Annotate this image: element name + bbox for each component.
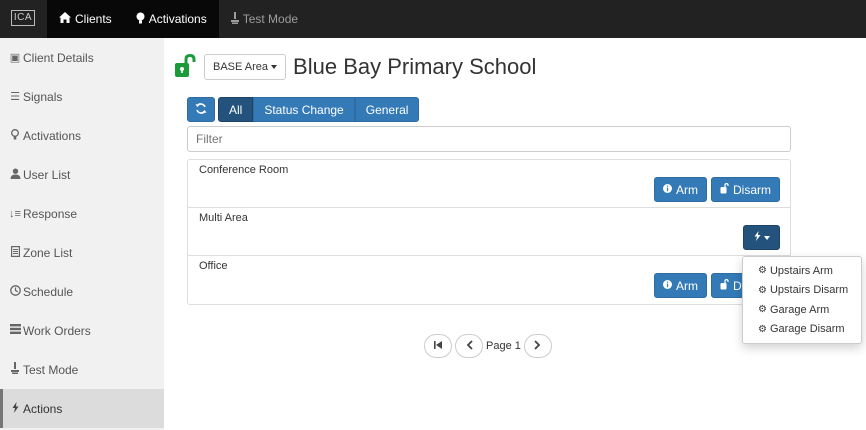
lightbulb-icon [136, 12, 145, 27]
disarm-label: Disarm [733, 182, 771, 197]
sidebar-item-label: Work Orders [23, 323, 91, 338]
nav-clients-label: Clients [75, 12, 112, 26]
user-icon [8, 168, 22, 182]
tab-status-change[interactable]: Status Change [253, 97, 355, 122]
tab-all[interactable]: All [218, 97, 254, 122]
nav-clients[interactable]: Clients [47, 0, 124, 38]
menu-item-label: Upstairs Disarm [769, 284, 849, 297]
sidebar-item-label: Signals [23, 89, 63, 104]
sidebar-item-actions[interactable]: Actions [0, 389, 164, 428]
menu-item-label: Upstairs Arm [769, 264, 833, 277]
nav-activations[interactable]: Activations [123, 0, 219, 38]
sidebar-item-label: Response [23, 206, 78, 221]
sidebar-item-client-details[interactable]: ▣ Client Details [0, 38, 164, 77]
nav-test-mode-label: Test Mode [242, 12, 299, 26]
sidebar-item-label: Test Mode [23, 362, 79, 377]
arm-label: Arm [676, 278, 698, 293]
top-navbar: ICA Clients Activations Test Mode [0, 0, 866, 38]
refresh-icon [195, 102, 207, 117]
arm-button[interactable]: Arm [654, 177, 707, 202]
info-circle-icon [663, 183, 672, 196]
sidebar-item-user-list[interactable]: User List [0, 155, 164, 194]
app-logo[interactable]: ICA [11, 10, 35, 26]
sidebar-item-schedule[interactable]: Schedule [0, 272, 164, 311]
tasks-icon [8, 324, 22, 337]
test-mode-icon [8, 362, 22, 377]
page-title: Blue Bay Primary School [293, 54, 537, 79]
bolt-icon [8, 401, 22, 416]
menu-item-upstairs-disarm[interactable]: ⚙ Upstairs Disarm [743, 281, 861, 301]
tab-general[interactable]: General [354, 97, 420, 122]
unlock-small-icon [720, 182, 729, 197]
sidebar-item-activations[interactable]: Activations [0, 116, 164, 155]
macro-dropdown-button[interactable] [743, 225, 780, 250]
sidebar-item-label: Client Details [23, 50, 94, 65]
area-actions: Arm Disarm [654, 177, 780, 202]
gear-icon: ⚙ [758, 323, 767, 335]
test-mode-icon [230, 11, 239, 27]
sidebar-item-signals[interactable]: ☰ Signals [0, 77, 164, 116]
nav-activations-label: Activations [148, 12, 207, 26]
sidebar-item-label: Actions [23, 401, 63, 416]
area-select-label: BASE Area [213, 61, 269, 73]
bolt-icon [754, 231, 761, 244]
unlock-icon[interactable] [174, 53, 196, 80]
unlock-small-icon [720, 278, 729, 293]
area-row-office: Office Arm Disarm [188, 256, 790, 304]
first-page-button[interactable] [424, 334, 452, 358]
macro-dropdown-menu: ⚙ Upstairs Arm ⚙ Upstairs Disarm ⚙ Garag… [742, 256, 862, 344]
client-header: BASE Area Blue Bay Primary School [174, 53, 537, 80]
menu-item-label: Garage Arm [769, 303, 830, 316]
gear-icon: ⚙ [758, 284, 767, 296]
menu-item-garage-arm[interactable]: ⚙ Garage Arm [743, 300, 861, 320]
menu-item-upstairs-arm[interactable]: ⚙ Upstairs Arm [743, 261, 861, 281]
sidebar: ▣ Client Details ☰ Signals Activations U… [0, 38, 164, 430]
first-page-icon [434, 340, 442, 352]
gear-icon: ⚙ [758, 304, 767, 316]
nav-test-mode[interactable]: Test Mode [219, 0, 310, 38]
home-icon [59, 12, 71, 26]
lightbulb-icon [8, 128, 22, 143]
sidebar-item-test-mode[interactable]: Test Mode [0, 350, 164, 389]
area-name: Multi Area [199, 212, 248, 224]
list-icon: ☰ [10, 91, 20, 103]
caret-down-icon [271, 65, 278, 69]
arm-button[interactable]: Arm [654, 273, 707, 298]
filter-input[interactable] [187, 126, 791, 152]
area-name: Conference Room [199, 164, 289, 176]
disarm-button[interactable]: Disarm [711, 177, 780, 202]
sidebar-item-label: Schedule [23, 284, 74, 299]
filter-toolbar: All Status Change General [187, 97, 420, 122]
menu-item-label: Garage Disarm [769, 323, 845, 336]
prev-page-button[interactable] [455, 334, 483, 358]
gear-icon: ⚙ [758, 265, 767, 277]
menu-item-garage-disarm[interactable]: ⚙ Garage Disarm [743, 320, 861, 340]
area-select-button[interactable]: BASE Area [204, 54, 287, 80]
area-list: Conference Room Arm Disarm Multi Area Of… [187, 159, 791, 305]
page-indicator: Page 1 [486, 340, 521, 352]
area-row-multi-area: Multi Area [188, 208, 790, 256]
area-row-conference-room: Conference Room Arm Disarm [188, 160, 790, 208]
area-name: Office [199, 260, 228, 272]
sidebar-item-label: User List [23, 167, 71, 182]
sort-icon: ↓≡ [9, 207, 21, 220]
main-content: BASE Area Blue Bay Primary School All St… [164, 38, 866, 430]
pagination: Page 1 [424, 334, 555, 358]
sidebar-item-zone-list[interactable]: Zone List [0, 233, 164, 272]
refresh-button[interactable] [187, 97, 215, 122]
sidebar-item-label: Activations [23, 128, 82, 143]
chevron-right-icon [534, 339, 541, 353]
sidebar-item-label: Zone List [23, 245, 73, 260]
book-icon: ▣ [9, 52, 21, 64]
area-actions [743, 225, 780, 250]
arm-label: Arm [676, 182, 698, 197]
next-page-button[interactable] [523, 334, 552, 358]
chevron-left-icon [466, 339, 473, 353]
sidebar-item-response[interactable]: ↓≡ Response [0, 194, 164, 233]
info-circle-icon [663, 279, 672, 292]
clock-icon [8, 284, 22, 299]
sidebar-item-work-orders[interactable]: Work Orders [0, 311, 164, 350]
document-icon [8, 245, 22, 260]
caret-down-icon [763, 235, 770, 240]
